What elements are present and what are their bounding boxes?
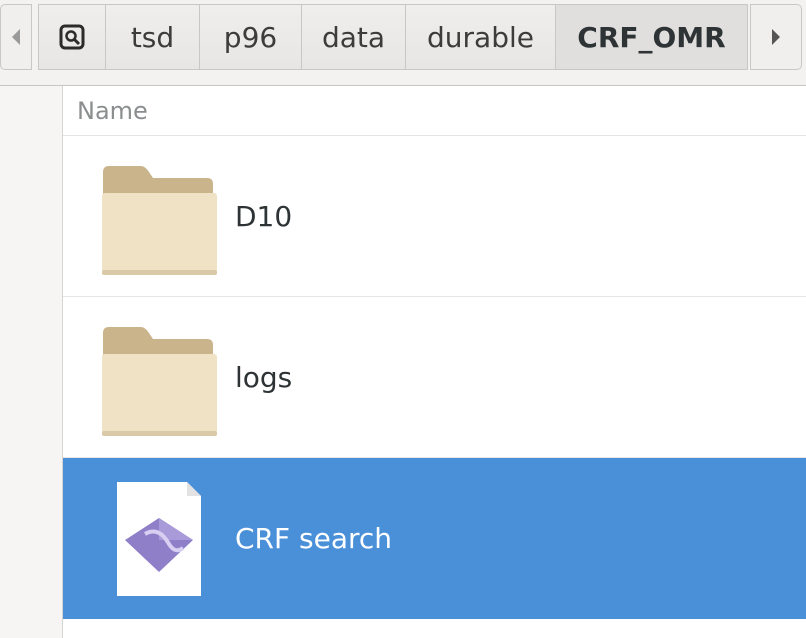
crumb-label: data bbox=[321, 20, 386, 54]
crumb-tsd[interactable]: tsd bbox=[106, 4, 200, 70]
item-label: CRF search bbox=[235, 522, 393, 555]
crumb-label: CRF_OMR bbox=[577, 20, 726, 54]
breadcrumb: tsd p96 data durable CRF_OMR bbox=[38, 4, 748, 70]
crumb-durable[interactable]: durable bbox=[406, 4, 556, 70]
crumb-label: p96 bbox=[223, 20, 278, 54]
chevron-right-icon bbox=[772, 29, 780, 45]
crumb-root[interactable] bbox=[38, 4, 106, 70]
crumb-label: tsd bbox=[130, 20, 175, 54]
item-label: D10 bbox=[235, 199, 293, 233]
list-item[interactable]: logs bbox=[63, 297, 806, 458]
crumb-crf-omr[interactable]: CRF_OMR bbox=[556, 4, 748, 70]
column-header-label: Name bbox=[77, 96, 148, 125]
item-label: logs bbox=[235, 360, 293, 394]
folder-icon bbox=[102, 166, 217, 275]
left-gutter bbox=[0, 86, 63, 638]
crumb-label: durable bbox=[427, 20, 534, 54]
launcher-file-icon bbox=[117, 482, 201, 596]
folder-icon bbox=[102, 327, 217, 436]
drive-icon bbox=[59, 24, 85, 50]
file-list: Name D10 logs CRF search bbox=[63, 86, 806, 638]
path-bar: tsd p96 data durable CRF_OMR bbox=[0, 0, 806, 86]
scroll-right-button[interactable] bbox=[750, 4, 802, 70]
scroll-left-button[interactable] bbox=[0, 4, 32, 70]
list-item-selected[interactable]: CRF search bbox=[63, 458, 806, 619]
crumb-data[interactable]: data bbox=[302, 4, 406, 70]
chevron-left-icon bbox=[12, 29, 20, 45]
column-header-name[interactable]: Name bbox=[63, 86, 806, 136]
crumb-p96[interactable]: p96 bbox=[200, 4, 302, 70]
list-item[interactable]: D10 bbox=[63, 136, 806, 297]
